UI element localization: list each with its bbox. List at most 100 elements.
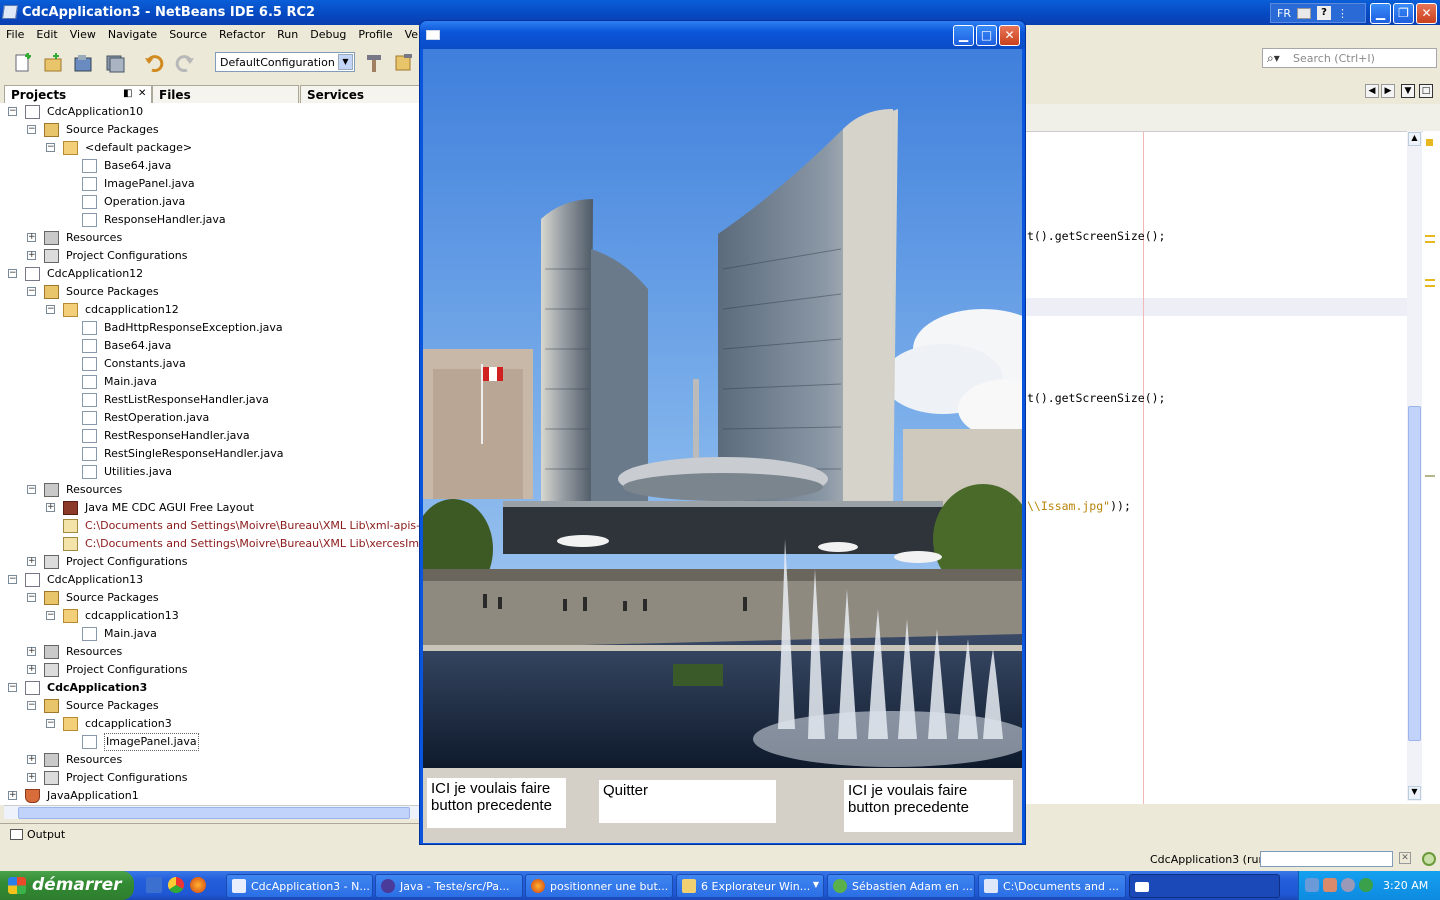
document-list-icon[interactable]: ▼ [1401, 84, 1415, 98]
tree-node-project[interactable]: − CdcApplication13 [0, 571, 420, 589]
collapse-icon[interactable]: − [27, 287, 36, 296]
tree-node-source-packages[interactable]: − Source Packages [0, 121, 420, 139]
scrollbar-thumb[interactable] [1408, 406, 1421, 741]
warning-marker[interactable] [1425, 279, 1435, 281]
menu-view[interactable]: View [64, 25, 102, 44]
expand-icon[interactable]: + [27, 755, 36, 764]
tree-node-package[interactable]: − cdcapplication13 [0, 607, 420, 625]
app-close-button[interactable]: ✕ [999, 25, 1020, 46]
tree-node-resources[interactable]: + Resources [0, 229, 420, 247]
redo-icon[interactable] [174, 52, 196, 74]
menu-debug[interactable]: Debug [304, 25, 352, 44]
menu-profile[interactable]: Profile [352, 25, 398, 44]
new-project-icon[interactable] [42, 52, 64, 74]
app-window-title-bar[interactable]: ▁ □ ✕ [420, 21, 1025, 49]
progress-bar[interactable] [1260, 851, 1393, 867]
scroll-tabs-right-icon[interactable]: ▶ [1381, 84, 1395, 98]
warning-marker[interactable] [1425, 285, 1435, 287]
expand-icon[interactable]: + [27, 233, 36, 242]
start-button[interactable]: démarrer [0, 871, 134, 900]
tree-node-java[interactable]: ResponseHandler.java [0, 211, 420, 229]
tree-node-source-packages[interactable]: − Source Packages [0, 697, 420, 715]
desktop-icon[interactable] [146, 877, 162, 893]
tree-node-java-app[interactable]: + JavaApplication1 [0, 787, 420, 805]
warning-marker[interactable] [1426, 139, 1433, 146]
error-stripe[interactable] [1423, 131, 1440, 801]
tree-node-java[interactable]: RestOperation.java [0, 409, 420, 427]
tab-files[interactable]: Files [152, 85, 299, 104]
expand-icon[interactable]: + [27, 665, 36, 674]
collapse-icon[interactable]: − [46, 719, 55, 728]
code-line[interactable]: t().getScreenSize(); [1027, 229, 1165, 243]
help-icon[interactable]: ? [1316, 6, 1331, 20]
language-bar[interactable]: FR ? ⋮ [1270, 3, 1366, 23]
tree-node-configurations[interactable]: + Project Configurations [0, 661, 420, 679]
app-minimize-button[interactable]: ▁ [953, 25, 974, 46]
tab-projects[interactable]: Projects ◧ ✕ [4, 85, 152, 104]
tree-node-java[interactable]: RestListResponseHandler.java [0, 391, 420, 409]
annotation-marker[interactable] [1425, 475, 1435, 477]
menu-run[interactable]: Run [271, 25, 304, 44]
tree-node-package[interactable]: − <default package> [0, 139, 420, 157]
tree-node-java[interactable]: Main.java [0, 373, 420, 391]
collapse-icon[interactable]: − [27, 701, 36, 710]
collapse-icon[interactable]: − [8, 575, 17, 584]
tree-node-source-packages[interactable]: − Source Packages [0, 589, 420, 607]
output-tab[interactable]: Output [0, 823, 420, 845]
close-tab-icon[interactable]: ✕ [138, 88, 146, 99]
search-icon[interactable]: ⌕▾ [1267, 51, 1280, 66]
open-project-icon[interactable] [72, 52, 94, 74]
tree-node-library[interactable]: + Java ME CDC AGUI Free Layout [0, 499, 420, 517]
cancel-process-icon[interactable]: ✕ [1399, 852, 1411, 864]
code-line[interactable]: \\Issam.jpg")); [1027, 499, 1131, 513]
java-app-window[interactable]: ▁ □ ✕ ICI je voulais faire button preced… [419, 20, 1026, 845]
task-java-app[interactable] [1129, 874, 1280, 898]
tree-horizontal-scrollbar[interactable] [4, 805, 420, 819]
chevron-down-icon[interactable]: ▼ [338, 54, 353, 70]
tree-node-java[interactable]: ImagePanel.java [0, 733, 420, 751]
keyboard-icon[interactable] [1296, 7, 1311, 19]
tree-node-resources[interactable]: − Resources [0, 481, 420, 499]
tree-node-project[interactable]: − CdcApplication12 [0, 265, 420, 283]
menu-source[interactable]: Source [163, 25, 213, 44]
collapse-icon[interactable]: − [46, 305, 55, 314]
expand-icon[interactable]: + [27, 251, 36, 260]
tree-node-configurations[interactable]: + Project Configurations [0, 247, 420, 265]
tree-node-configurations[interactable]: + Project Configurations [0, 769, 420, 787]
minimize-window-icon[interactable]: ◧ [123, 88, 132, 99]
app-maximize-button[interactable]: □ [976, 25, 997, 46]
expand-icon[interactable]: + [27, 647, 36, 656]
collapse-icon[interactable]: − [27, 593, 36, 602]
security-icon[interactable] [1323, 878, 1337, 892]
update-icon[interactable] [1359, 878, 1373, 892]
quit-button[interactable]: Quitter [599, 780, 776, 823]
tree-node-source-packages[interactable]: − Source Packages [0, 283, 420, 301]
code-editor[interactable] [1025, 104, 1440, 804]
tree-node-project[interactable]: − CdcApplication3 [0, 679, 420, 697]
language-indicator[interactable]: FR [1277, 7, 1291, 20]
tree-node-java[interactable]: Base64.java [0, 157, 420, 175]
expand-icon[interactable]: + [27, 557, 36, 566]
expand-icon[interactable]: + [46, 503, 55, 512]
chrome-icon[interactable] [168, 877, 184, 893]
menu-edit[interactable]: Edit [30, 25, 63, 44]
tree-node-java[interactable]: ImagePanel.java [0, 175, 420, 193]
garbage-collect-icon[interactable] [1422, 852, 1436, 866]
scroll-up-icon[interactable]: ▲ [1408, 132, 1421, 146]
task-netbeans[interactable]: CdcApplication3 - N... [226, 874, 373, 898]
language-options-icon[interactable]: ⋮ [1337, 7, 1348, 20]
tree-node-resources[interactable]: + Resources [0, 751, 420, 769]
expand-icon[interactable]: + [8, 791, 17, 800]
network-icon[interactable] [1305, 878, 1319, 892]
project-tree[interactable]: − CdcApplication10 − Source Packages − <defau… [0, 103, 420, 805]
collapse-icon[interactable]: − [46, 143, 55, 152]
ide-minimize-button[interactable]: ▁ [1370, 3, 1391, 24]
collapse-icon[interactable]: − [27, 485, 36, 494]
tree-node-package[interactable]: − cdcapplication3 [0, 715, 420, 733]
tree-node-jar[interactable]: C:\Documents and Settings\Moivre\Bureau\… [0, 535, 420, 553]
chevron-down-icon[interactable]: ▼ [813, 880, 819, 889]
ide-restore-button[interactable]: ❐ [1393, 3, 1414, 24]
task-notepad[interactable]: C:\Documents and ... [978, 874, 1126, 898]
task-explorer-group[interactable]: 6 Explorateur Win... ▼ [676, 874, 824, 898]
tree-node-configurations[interactable]: + Project Configurations [0, 553, 420, 571]
